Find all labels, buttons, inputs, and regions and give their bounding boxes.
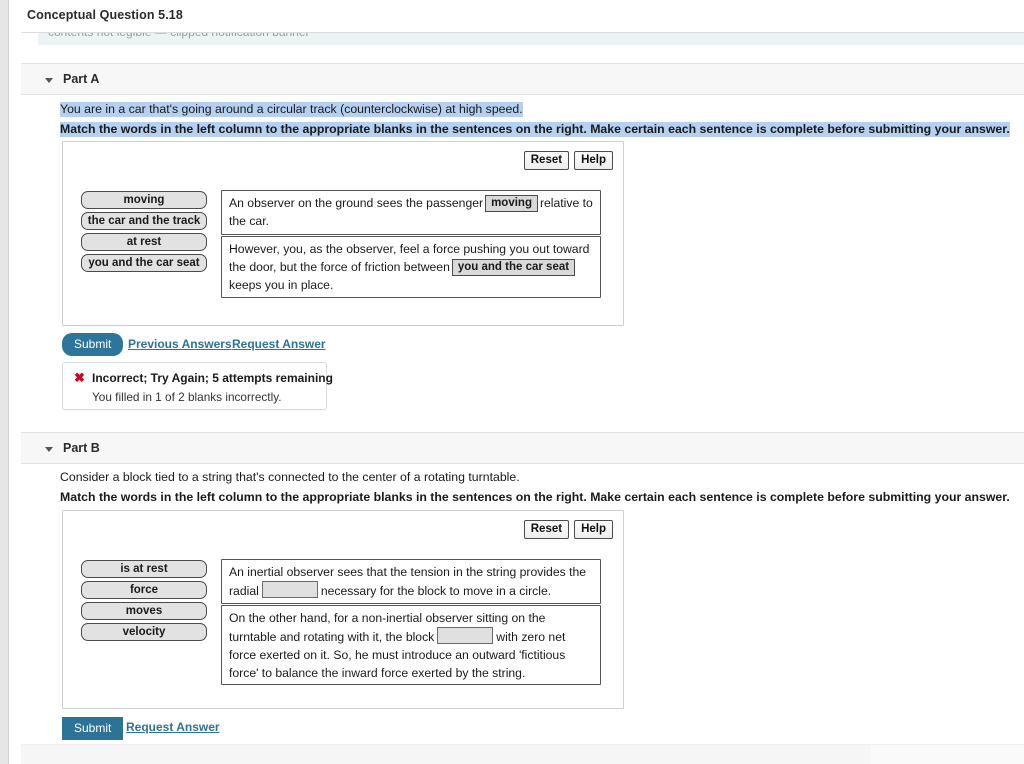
request-answer-link-b[interactable]: Request Answer [126,720,220,734]
browser-left-strip-border [8,0,9,764]
feedback-box-a: ✖ Incorrect; Try Again; 5 attempts remai… [62,362,333,410]
page-title: Conceptual Question 5.18 [27,8,183,22]
submit-button-b[interactable]: Submit [62,717,124,740]
word-tile[interactable]: velocity [81,623,207,641]
word-tile[interactable]: is at rest [81,560,207,578]
sentence-text: necessary for the block to move in a cir… [320,584,552,598]
word-tile[interactable]: moving [81,191,207,209]
part-a-matching-widget: Reset Help moving the car and the track … [62,141,624,326]
clipped-notification-banner: contents not legible — clipped notificat… [38,33,1024,45]
part-label-b: Part B [63,441,100,455]
part-a-prompt: You are in a car that's going around a c… [60,102,523,117]
previous-answers-link-a[interactable]: Previous Answers [128,337,232,351]
sentence-text: An observer on the ground sees the passe… [229,196,484,210]
empty-blank[interactable] [261,581,318,598]
sentence-box-a-2[interactable]: However, you, as the observer, feel a fo… [221,236,601,298]
word-tile[interactable]: you and the car seat [81,254,207,272]
error-x-icon: ✖ [74,370,85,385]
empty-blank[interactable] [437,627,494,644]
filled-blank[interactable]: moving [485,195,538,212]
caret-down-icon[interactable] [45,78,53,83]
clipped-banner-text: contents not legible — clipped notificat… [48,33,310,39]
word-tile[interactable]: force [81,581,207,599]
feedback-detail: You filled in 1 of 2 blanks incorrectly. [92,390,282,404]
caret-down-icon[interactable] [45,447,53,452]
word-tile[interactable]: the car and the track [81,212,207,230]
sentence-box-a-1[interactable]: An observer on the ground sees the passe… [221,190,601,235]
word-tile[interactable]: moves [81,602,207,620]
browser-left-strip [0,0,8,764]
part-b-instruction: Match the words in the left column to th… [60,490,1010,504]
help-button-a[interactable]: Help [574,151,613,170]
feedback-title: Incorrect; Try Again; 5 attempts remaini… [92,371,333,385]
part-header-a[interactable]: Part A [21,63,1024,95]
filled-blank[interactable]: you and the car seat [451,259,576,276]
sentence-box-b-1[interactable]: An inertial observer sees that the tensi… [221,559,601,604]
part-b-matching-widget: Reset Help is at rest force moves veloci… [62,510,624,709]
reset-button-b[interactable]: Reset [523,520,570,539]
footer-band [21,744,1024,764]
reset-button-a[interactable]: Reset [523,151,570,170]
request-answer-link-a[interactable]: Request Answer [232,337,326,351]
footer-band-inner [21,745,871,764]
sentence-box-b-2[interactable]: On the other hand, for a non-inertial ob… [221,605,601,685]
part-label-a: Part A [63,72,100,86]
part-a-widget-toolbar: Reset Help [523,151,613,170]
submit-button-a[interactable]: Submit [62,333,124,356]
help-button-b[interactable]: Help [574,520,613,539]
word-tile[interactable]: at rest [81,233,207,251]
sentence-text: keeps you in place. [229,278,334,292]
page-root: Conceptual Question 5.18 contents not le… [0,0,1024,764]
part-header-b[interactable]: Part B [21,432,1024,464]
part-b-prompt: Consider a block tied to a string that's… [60,470,520,484]
part-a-instruction: Match the words in the left column to th… [60,122,1010,137]
part-b-widget-toolbar: Reset Help [523,520,613,539]
